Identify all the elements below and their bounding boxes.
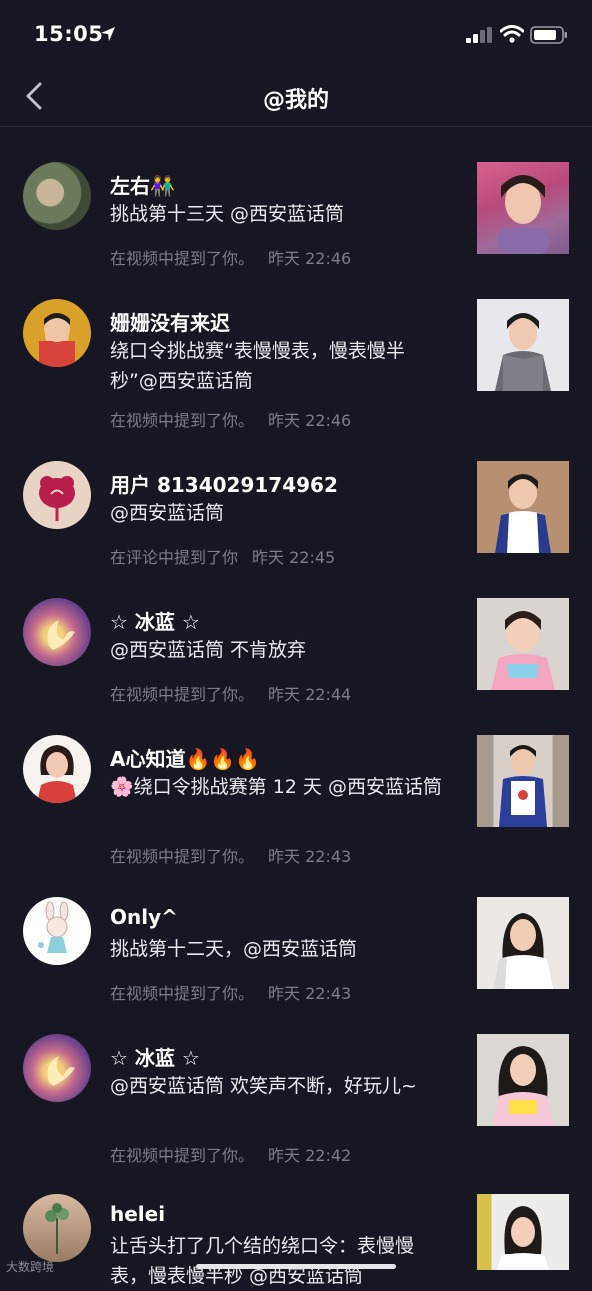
mention-meta: 在视频中提到了你。 昨天 22:44: [110, 681, 351, 705]
mention-message: 挑战第十二天，@西安蓝话筒: [110, 938, 358, 960]
mention-source: 在视频中提到了你。: [110, 249, 255, 268]
user-avatar[interactable]: [23, 162, 91, 230]
mention-source: 在视频中提到了你。: [110, 984, 255, 1003]
video-thumbnail[interactable]: [477, 897, 569, 989]
mention-message: 让舌头打了几个结的绕口令：表慢慢表，慢表慢半秒 @西安蓝话筒: [110, 1235, 415, 1287]
mention-meta: 在视频中提到了你。 昨天 22:46: [110, 407, 351, 431]
mention-source: 在视频中提到了你。: [110, 685, 255, 704]
mention-time: 昨天 22:46: [268, 411, 352, 430]
mention-meta: 在视频中提到了你。 昨天 22:43: [110, 843, 351, 867]
mention-meta: 在视频中提到了你。 昨天 22:46: [110, 245, 351, 269]
mention-time: 昨天 22:45: [252, 548, 336, 567]
mention-source: 在视频中提到了你。: [110, 1146, 255, 1165]
battery-icon: [530, 26, 567, 44]
user-avatar[interactable]: [23, 299, 91, 367]
cellular-signal-icon: [466, 27, 492, 43]
mention-message: @西安蓝话筒 不肯放弃: [110, 639, 307, 661]
user-name[interactable]: 姗姗没有来迟: [110, 307, 230, 336]
mention-time: 昨天 22:42: [268, 1146, 352, 1165]
wifi-icon: [500, 25, 524, 43]
home-indicator[interactable]: [196, 1264, 396, 1269]
status-bar: 15:05: [0, 0, 592, 70]
user-name[interactable]: A心知道🔥🔥🔥: [110, 743, 260, 772]
user-name[interactable]: 用户 8134029174962: [110, 469, 338, 498]
user-avatar[interactable]: [23, 1034, 91, 1102]
video-thumbnail[interactable]: [477, 735, 569, 827]
mention-source: 在视频中提到了你。: [110, 847, 255, 866]
mention-time: 昨天 22:43: [268, 847, 352, 866]
user-name[interactable]: ☆ 冰蓝 ☆: [110, 606, 200, 635]
user-avatar[interactable]: [23, 735, 91, 803]
mention-meta: 在视频中提到了你。 昨天 22:43: [110, 980, 351, 1004]
mention-message: 挑战第十三天 @西安蓝话筒: [110, 203, 345, 225]
mention-time: 昨天 22:44: [268, 685, 352, 704]
user-name[interactable]: Only^: [110, 905, 178, 929]
user-avatar[interactable]: [23, 897, 91, 965]
page-title: @我的: [262, 88, 329, 113]
video-thumbnail[interactable]: [477, 598, 569, 690]
user-name[interactable]: ☆ 冰蓝 ☆: [110, 1042, 200, 1071]
mention-message: @西安蓝话筒 欢笑声不断，好玩儿~: [110, 1075, 417, 1097]
mention-time: 昨天 22:46: [268, 249, 352, 268]
user-name[interactable]: helei: [110, 1202, 165, 1226]
mention-meta: 在视频中提到了你。 昨天 22:42: [110, 1142, 351, 1166]
video-thumbnail[interactable]: [477, 1194, 569, 1270]
user-avatar[interactable]: [23, 1194, 91, 1262]
location-arrow-icon: [101, 27, 115, 41]
watermark: 大数跨境: [6, 1260, 55, 1274]
user-avatar[interactable]: [23, 598, 91, 666]
status-time: 15:05: [34, 22, 104, 46]
user-avatar[interactable]: [23, 461, 91, 529]
mention-message: 🌸绕口令挑战赛第 12 天 @西安蓝话筒: [110, 776, 442, 798]
mention-source: 在评论中提到了你: [110, 548, 239, 567]
user-name[interactable]: 左右👫: [110, 170, 175, 199]
mention-time: 昨天 22:43: [268, 984, 352, 1003]
mention-message: @西安蓝话筒: [110, 502, 225, 524]
mention-meta: 在评论中提到了你 昨天 22:45: [110, 544, 335, 568]
video-thumbnail[interactable]: [477, 299, 569, 391]
video-thumbnail[interactable]: [477, 162, 569, 254]
mention-source: 在视频中提到了你。: [110, 411, 255, 430]
navigation-header: @我的: [0, 70, 592, 127]
video-thumbnail[interactable]: [477, 461, 569, 553]
video-thumbnail[interactable]: [477, 1034, 569, 1126]
mention-message: 绕口令挑战赛“表慢慢表，慢表慢半秒”@西安蓝话筒: [110, 340, 405, 392]
